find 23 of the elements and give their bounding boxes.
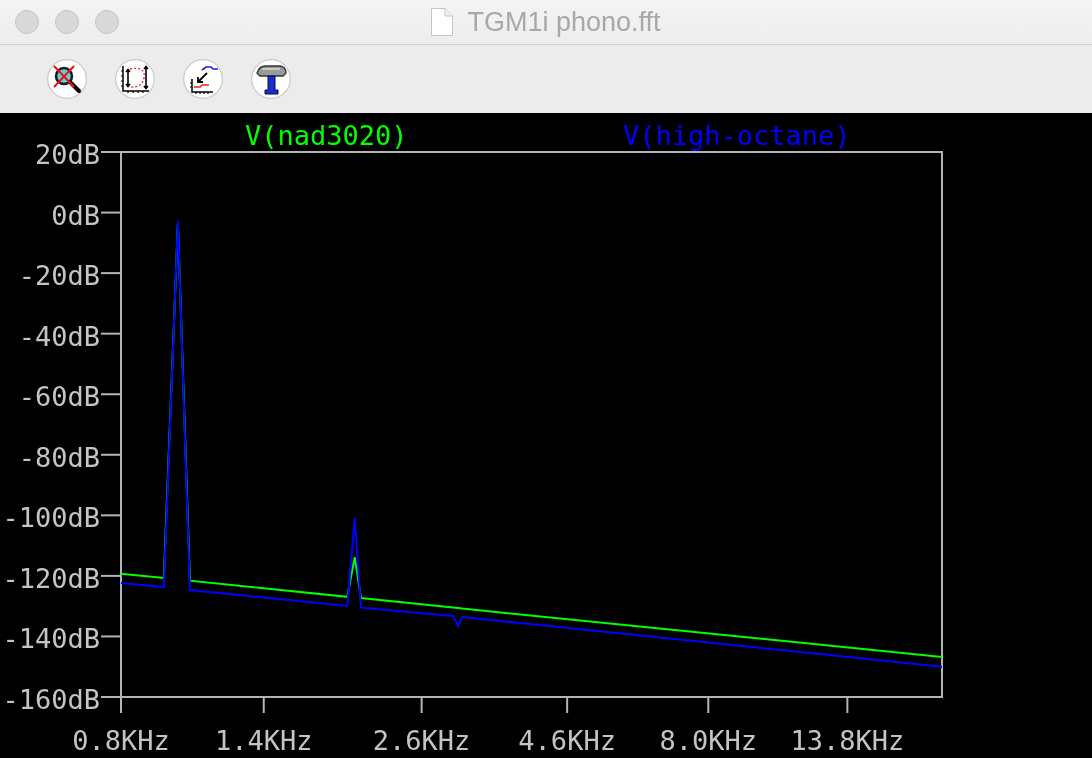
- hammer-icon[interactable]: [251, 59, 291, 99]
- y-tick-label: 20dB: [34, 139, 100, 170]
- y-tick-label: -60dB: [18, 381, 100, 413]
- x-tick-label: 13.8KHz: [790, 725, 905, 756]
- x-tick-label: 0.8KHz: [72, 725, 170, 756]
- trace-label: V(high-octane): [622, 120, 851, 151]
- x-tick-label: 2.6KHz: [372, 725, 471, 756]
- y-tick-label: -120dB: [2, 562, 100, 594]
- y-tick-label: -140dB: [2, 623, 100, 655]
- y-tick-label: -20dB: [18, 260, 100, 292]
- y-tick-label: -100dB: [2, 502, 100, 534]
- x-tick-label: 8.0KHz: [659, 725, 758, 756]
- document-icon: [431, 8, 454, 36]
- x-tick-label: 1.4KHz: [214, 725, 313, 756]
- y-tick-label: -160dB: [2, 684, 100, 715]
- axes-arrows-icon[interactable]: [115, 59, 155, 99]
- magnifier-crossed-icon[interactable]: [47, 59, 87, 99]
- trace-label: V(nad3020): [244, 120, 408, 151]
- window-title: TGM1i phono.fft: [467, 6, 661, 38]
- y-tick-label: -80dB: [18, 441, 100, 473]
- y-tick-label: -40dB: [18, 320, 100, 352]
- x-tick-label: 4.6KHz: [518, 725, 616, 756]
- y-tick-label: 0dB: [51, 199, 100, 231]
